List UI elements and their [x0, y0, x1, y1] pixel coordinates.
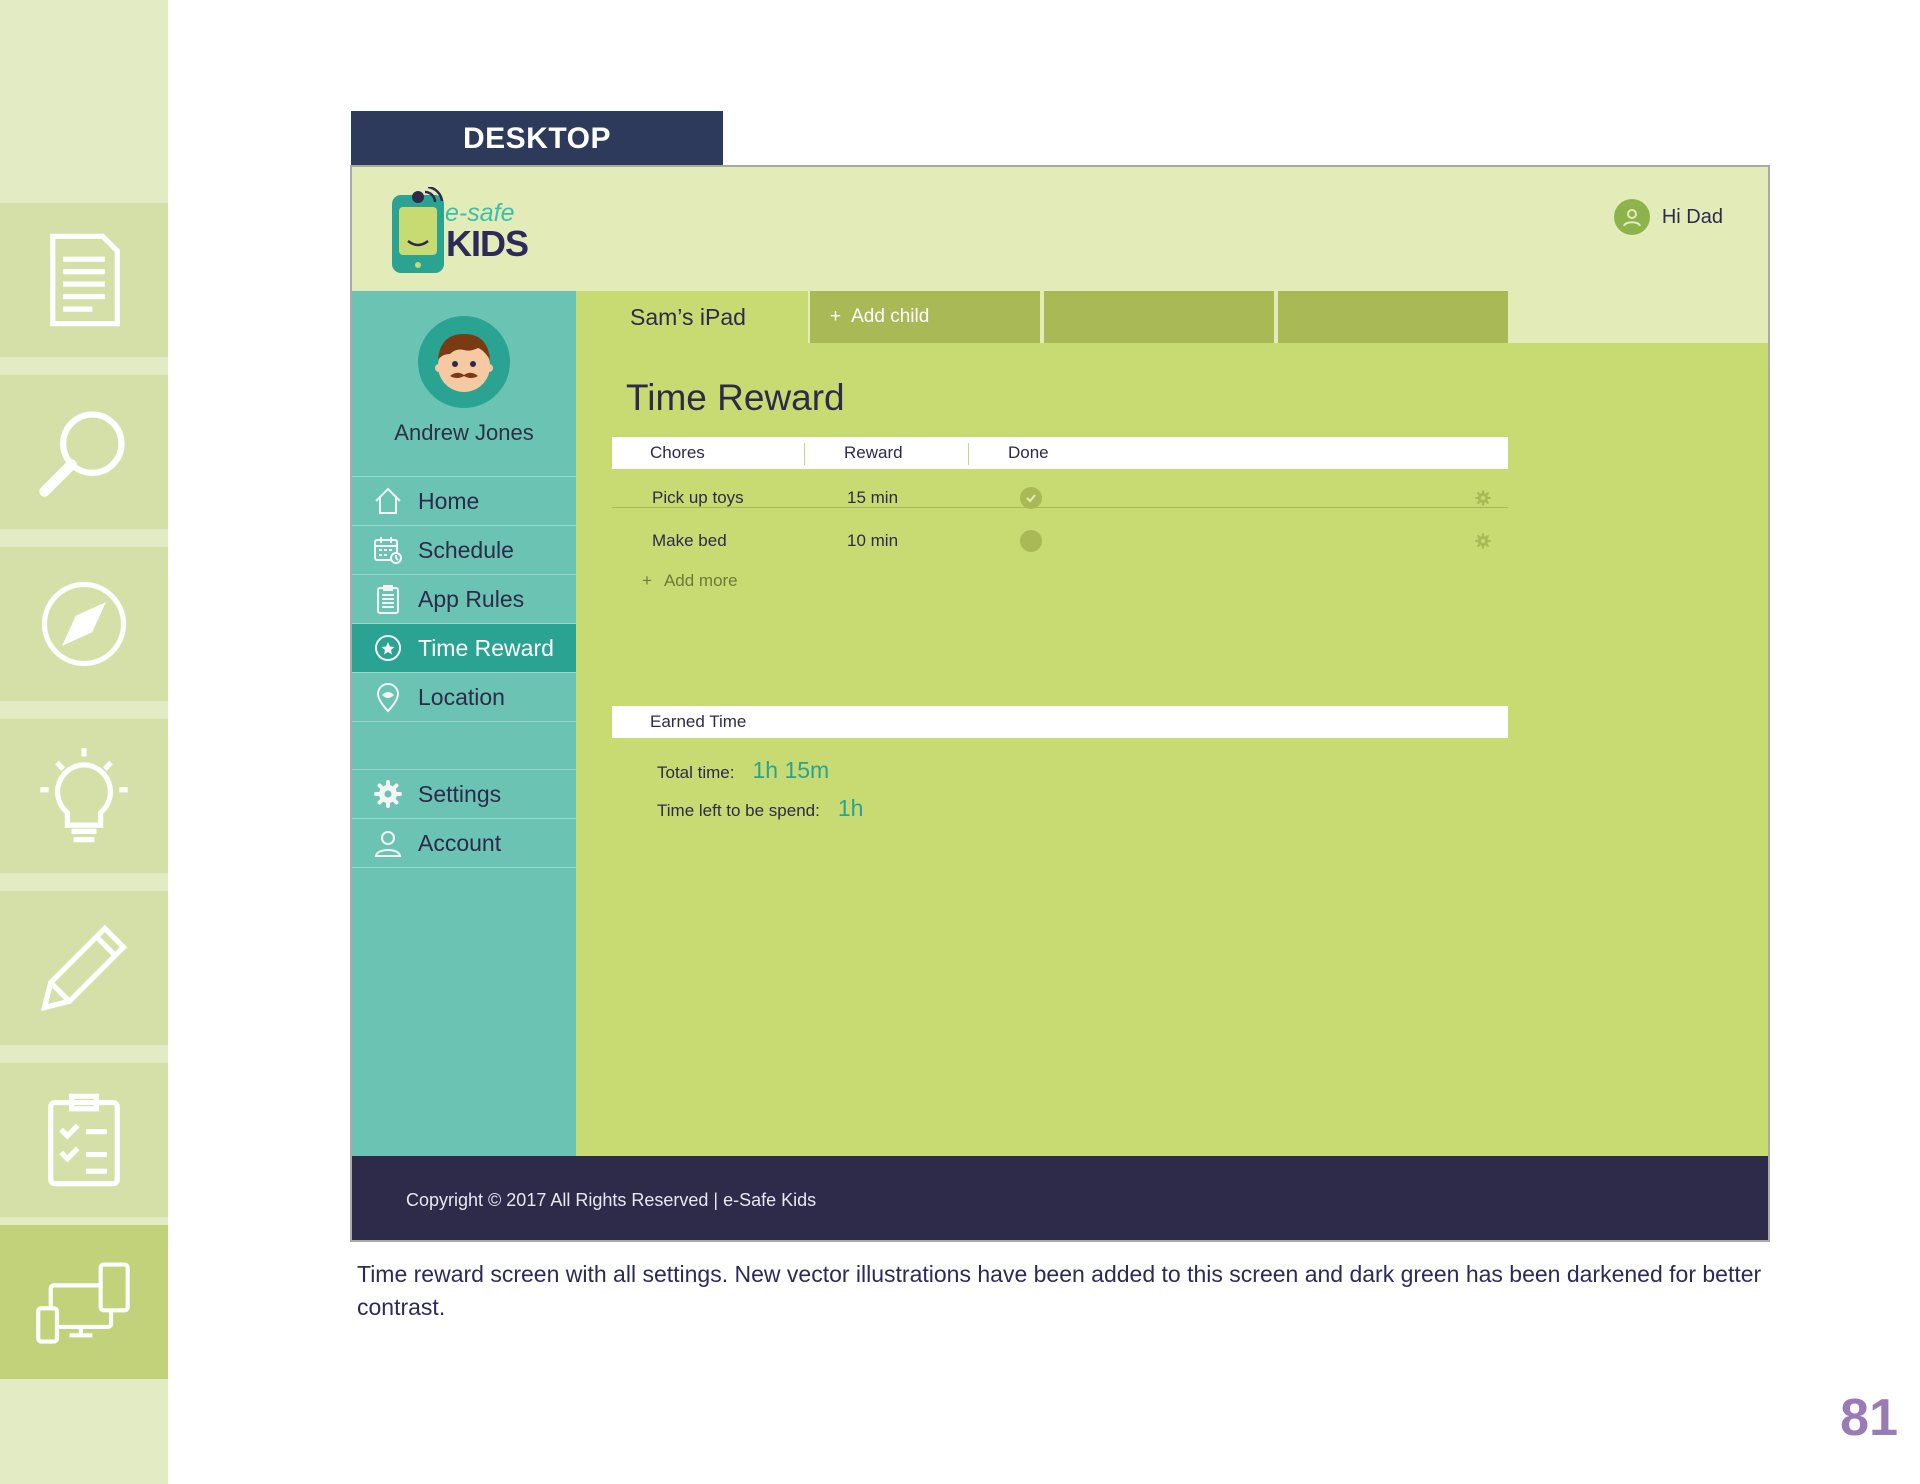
- user-icon: [1613, 199, 1650, 235]
- nav-item-schedule[interactable]: Schedule: [352, 526, 576, 575]
- location-pin-icon: [376, 683, 400, 713]
- column-header-reward: Reward: [844, 443, 903, 462]
- row-settings-button[interactable]: [1474, 477, 1492, 519]
- nav-item-label: Account: [418, 829, 502, 856]
- total-time-stat: Total time: 1h 15m: [657, 757, 829, 784]
- app-mockup: e-safe KIDS Hi Dad Andrew Jones Home Sch…: [350, 165, 1770, 1242]
- add-more-button[interactable]: + Add more: [642, 571, 738, 591]
- checkmark-icon: [1020, 487, 1042, 509]
- time-left-label: Time left to be spend:: [657, 801, 820, 820]
- tab-empty[interactable]: [1044, 291, 1274, 343]
- nav-spacer: [352, 722, 576, 770]
- column-header-done: Done: [1008, 443, 1049, 462]
- primary-nav: Home Schedule App Rules Time Reward Loca…: [352, 476, 576, 868]
- plus-icon: +: [642, 571, 652, 590]
- document-icon: [0, 203, 168, 357]
- device-tabs: Sam’s iPad + Add child: [576, 291, 1768, 343]
- plus-icon: +: [830, 306, 842, 327]
- search-icon: [0, 375, 168, 529]
- home-icon: [375, 487, 401, 514]
- nav-item-settings[interactable]: Settings: [352, 770, 576, 819]
- tab-empty[interactable]: [1278, 291, 1508, 343]
- done-checkbox[interactable]: [1020, 520, 1042, 562]
- column-separator: [968, 443, 969, 465]
- tab-sams-ipad[interactable]: Sam’s iPad: [576, 291, 808, 343]
- chore-reward: 10 min: [847, 531, 899, 550]
- chore-reward: 15 min: [847, 488, 899, 507]
- column-separator: [804, 443, 805, 465]
- nav-item-account[interactable]: Account: [352, 819, 576, 868]
- copyright-text: Copyright © 2017 All Rights Reserved | e…: [406, 1189, 817, 1210]
- app-header: e-safe KIDS Hi Dad: [352, 167, 1768, 291]
- nav-item-label: Settings: [418, 780, 502, 807]
- sidebar: Andrew Jones Home Schedule App Rules Tim…: [352, 291, 576, 1156]
- nav-item-label: Home: [418, 487, 480, 514]
- platform-tag: DESKTOP: [351, 111, 723, 166]
- total-time-value: 1h 15m: [752, 757, 830, 783]
- user-greeting: Hi Dad: [1661, 205, 1723, 228]
- unchecked-icon: [1020, 530, 1042, 552]
- table-row: Pick up toys 15 min: [612, 477, 1508, 519]
- chores-table-header: Chores Reward Done: [612, 437, 1508, 469]
- add-child-label: Add child: [851, 306, 930, 327]
- nav-item-label: Time Reward: [418, 634, 554, 661]
- column-header-chores: Chores: [650, 443, 705, 462]
- add-child-tab[interactable]: + Add child: [810, 291, 1040, 343]
- avatar: [418, 316, 510, 408]
- page-number: 81: [1840, 1389, 1898, 1447]
- lightbulb-icon: [0, 719, 168, 873]
- nav-item-label: App Rules: [418, 585, 525, 612]
- total-time-label: Total time:: [657, 763, 735, 782]
- add-more-label: Add more: [663, 571, 738, 590]
- done-checkbox[interactable]: [1020, 477, 1042, 519]
- nav-item-label: Schedule: [418, 536, 514, 563]
- compass-icon: [0, 547, 168, 701]
- table-row: Make bed 10 min: [612, 520, 1508, 562]
- nav-item-location[interactable]: Location: [352, 673, 576, 722]
- star-badge-icon: [375, 635, 401, 661]
- row-settings-button[interactable]: [1474, 520, 1492, 562]
- gear-icon: [374, 780, 402, 808]
- nav-item-time-reward[interactable]: Time Reward: [352, 624, 576, 673]
- user-menu[interactable]: Hi Dad: [1613, 199, 1723, 235]
- page-title: Time Reward: [626, 377, 845, 418]
- time-left-stat: Time left to be spend: 1h: [657, 795, 863, 822]
- profile: Andrew Jones: [352, 291, 576, 476]
- chore-name: Make bed: [652, 531, 727, 550]
- checklist-icon: [0, 1063, 168, 1217]
- main-content: Time Reward Chores Reward Done Pick up t…: [576, 343, 1768, 1156]
- devices-icon: [0, 1225, 168, 1379]
- pencil-icon: [0, 891, 168, 1045]
- profile-name: Andrew Jones: [394, 420, 534, 445]
- figure-caption: Time reward screen with all settings. Ne…: [357, 1261, 1762, 1320]
- earned-time-header: Earned Time: [612, 706, 1508, 738]
- clipboard-icon: [377, 585, 399, 614]
- time-left-value: 1h: [837, 795, 864, 821]
- nav-item-home[interactable]: Home: [352, 477, 576, 526]
- gear-icon: [1475, 490, 1491, 506]
- chore-name: Pick up toys: [652, 488, 744, 507]
- section-strip: [0, 0, 168, 1484]
- footer: Copyright © 2017 All Rights Reserved | e…: [352, 1156, 1768, 1240]
- nav-item-label: Location: [418, 683, 505, 710]
- nav-item-app-rules[interactable]: App Rules: [352, 575, 576, 624]
- user-icon: [374, 831, 402, 857]
- gear-icon: [1475, 533, 1491, 549]
- calendar-icon: [374, 537, 402, 564]
- row-divider: [612, 507, 1508, 508]
- logo-text-kids: KIDS: [446, 223, 529, 264]
